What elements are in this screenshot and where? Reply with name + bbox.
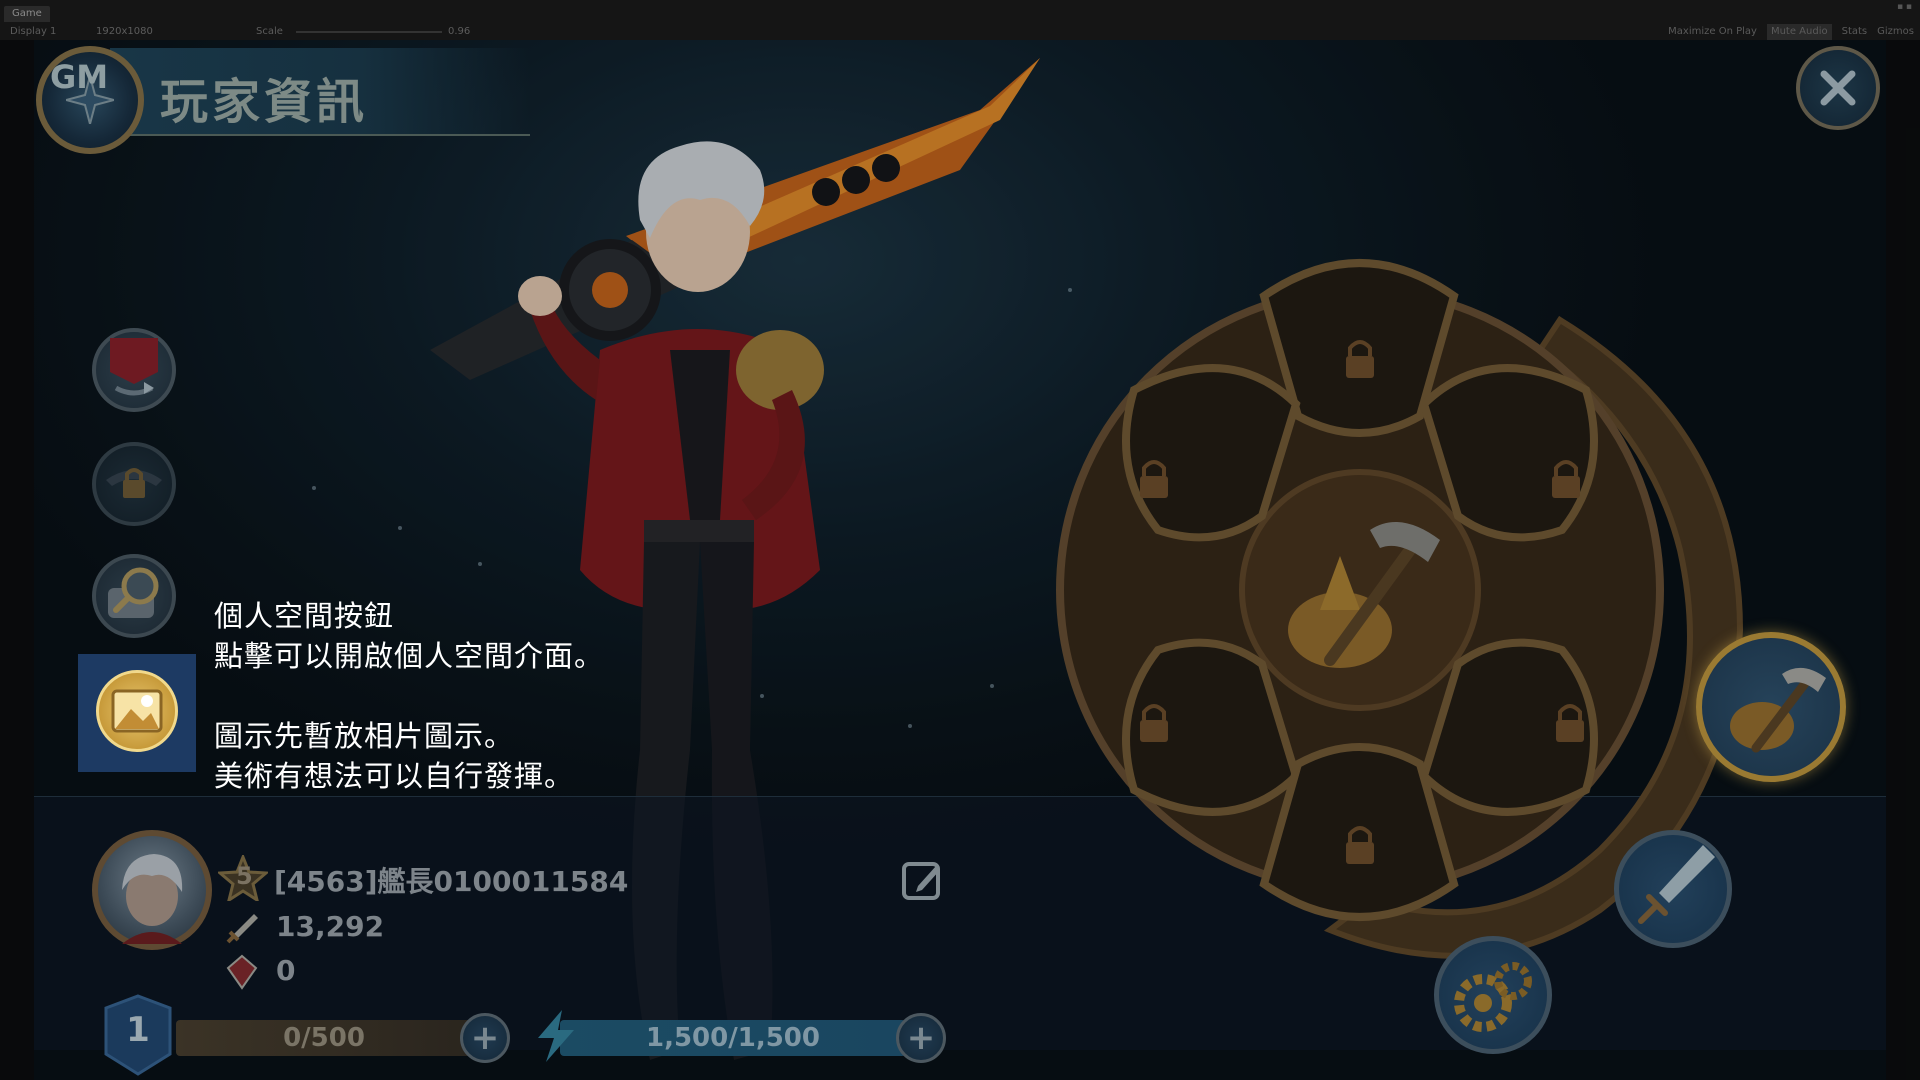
game-view: GM 玩家資訊 個人空間按鈕 點擊可以開啟個人空間介面。 圖示先暫放相片圖示。 … — [0, 40, 1920, 1080]
plus-icon: + — [470, 1018, 500, 1058]
mute-audio-toggle[interactable]: Mute Audio — [1766, 24, 1832, 40]
editor-toolbar: Game ▪ ▪ Display 1 1920x1080 Scale 0.96 … — [0, 0, 1920, 40]
stats-toggle[interactable]: Stats — [1842, 24, 1868, 40]
note-line-3: 圖示先暫放相片圖示。 — [214, 719, 515, 753]
plus-icon: + — [906, 1018, 936, 1058]
add-exp-button[interactable]: + — [460, 1013, 510, 1063]
wheel-slot-bottom[interactable] — [1259, 743, 1459, 921]
avatar[interactable] — [92, 830, 212, 950]
gm-label: GM — [50, 58, 109, 96]
hammer-ore-icon — [1730, 667, 1826, 753]
gem-icon — [226, 954, 258, 990]
note-line-4: 美術有想法可以自行發揮。 — [214, 759, 575, 793]
edit-name-button[interactable] — [900, 858, 946, 904]
crafting-button[interactable] — [1696, 632, 1846, 782]
display-select[interactable]: Display 1 — [10, 24, 56, 40]
sparkle — [312, 486, 316, 490]
maximize-on-play-toggle[interactable]: Maximize On Play — [1668, 24, 1757, 40]
gm-badge[interactable]: GM — [36, 46, 144, 154]
note-line-1: 個人空間按鈕 — [214, 599, 395, 633]
exp-value: 0/500 — [283, 1023, 365, 1053]
search-scroll-button[interactable] — [92, 554, 176, 638]
letterbox-right — [1886, 40, 1920, 1080]
add-energy-button[interactable]: + — [896, 1013, 946, 1063]
banner-button[interactable] — [92, 328, 176, 412]
equipment-button[interactable] — [1614, 830, 1732, 948]
close-icon — [1820, 70, 1856, 106]
locked-emblem-icon — [106, 468, 162, 498]
banner-icon — [110, 338, 158, 396]
player-name: [4563]艦長0100011584 — [274, 865, 629, 898]
personal-space-button[interactable] — [78, 654, 196, 772]
sword-power-icon — [226, 914, 258, 944]
letterbox-left — [0, 40, 34, 1080]
close-button[interactable] — [1796, 46, 1880, 130]
gears-icon — [1454, 962, 1532, 1032]
gizmos-toggle[interactable]: Gizmos — [1877, 24, 1914, 40]
scale-value: 0.96 — [448, 26, 471, 37]
avatar-portrait-icon — [122, 854, 183, 944]
scale-label: Scale — [256, 26, 283, 37]
window-menu-icon[interactable]: ▪ ▪ — [1897, 2, 1912, 12]
sword-icon — [1638, 845, 1715, 924]
rank-number: 5 — [236, 862, 253, 890]
note-line-2: 點擊可以開啟個人空間介面。 — [214, 639, 605, 673]
magnifier-scroll-icon — [108, 567, 159, 618]
photo-image-icon — [111, 689, 163, 733]
gem-value: 0 — [276, 954, 296, 987]
settings-button[interactable] — [1434, 936, 1552, 1054]
game-tab[interactable]: Game — [4, 6, 50, 22]
power-value: 13,292 — [276, 910, 385, 943]
game-tab-label: Game — [12, 8, 42, 19]
photo-icon — [96, 670, 178, 752]
scale-slider[interactable] — [296, 31, 442, 33]
edit-icon — [902, 862, 940, 900]
player-level: 1 — [126, 1010, 150, 1050]
energy-value: 1,500/1,500 — [646, 1023, 820, 1053]
locked-emblem-button[interactable] — [92, 442, 176, 526]
resolution-select[interactable]: 1920x1080 — [96, 24, 153, 40]
page-title: 玩家資訊 — [160, 74, 369, 130]
